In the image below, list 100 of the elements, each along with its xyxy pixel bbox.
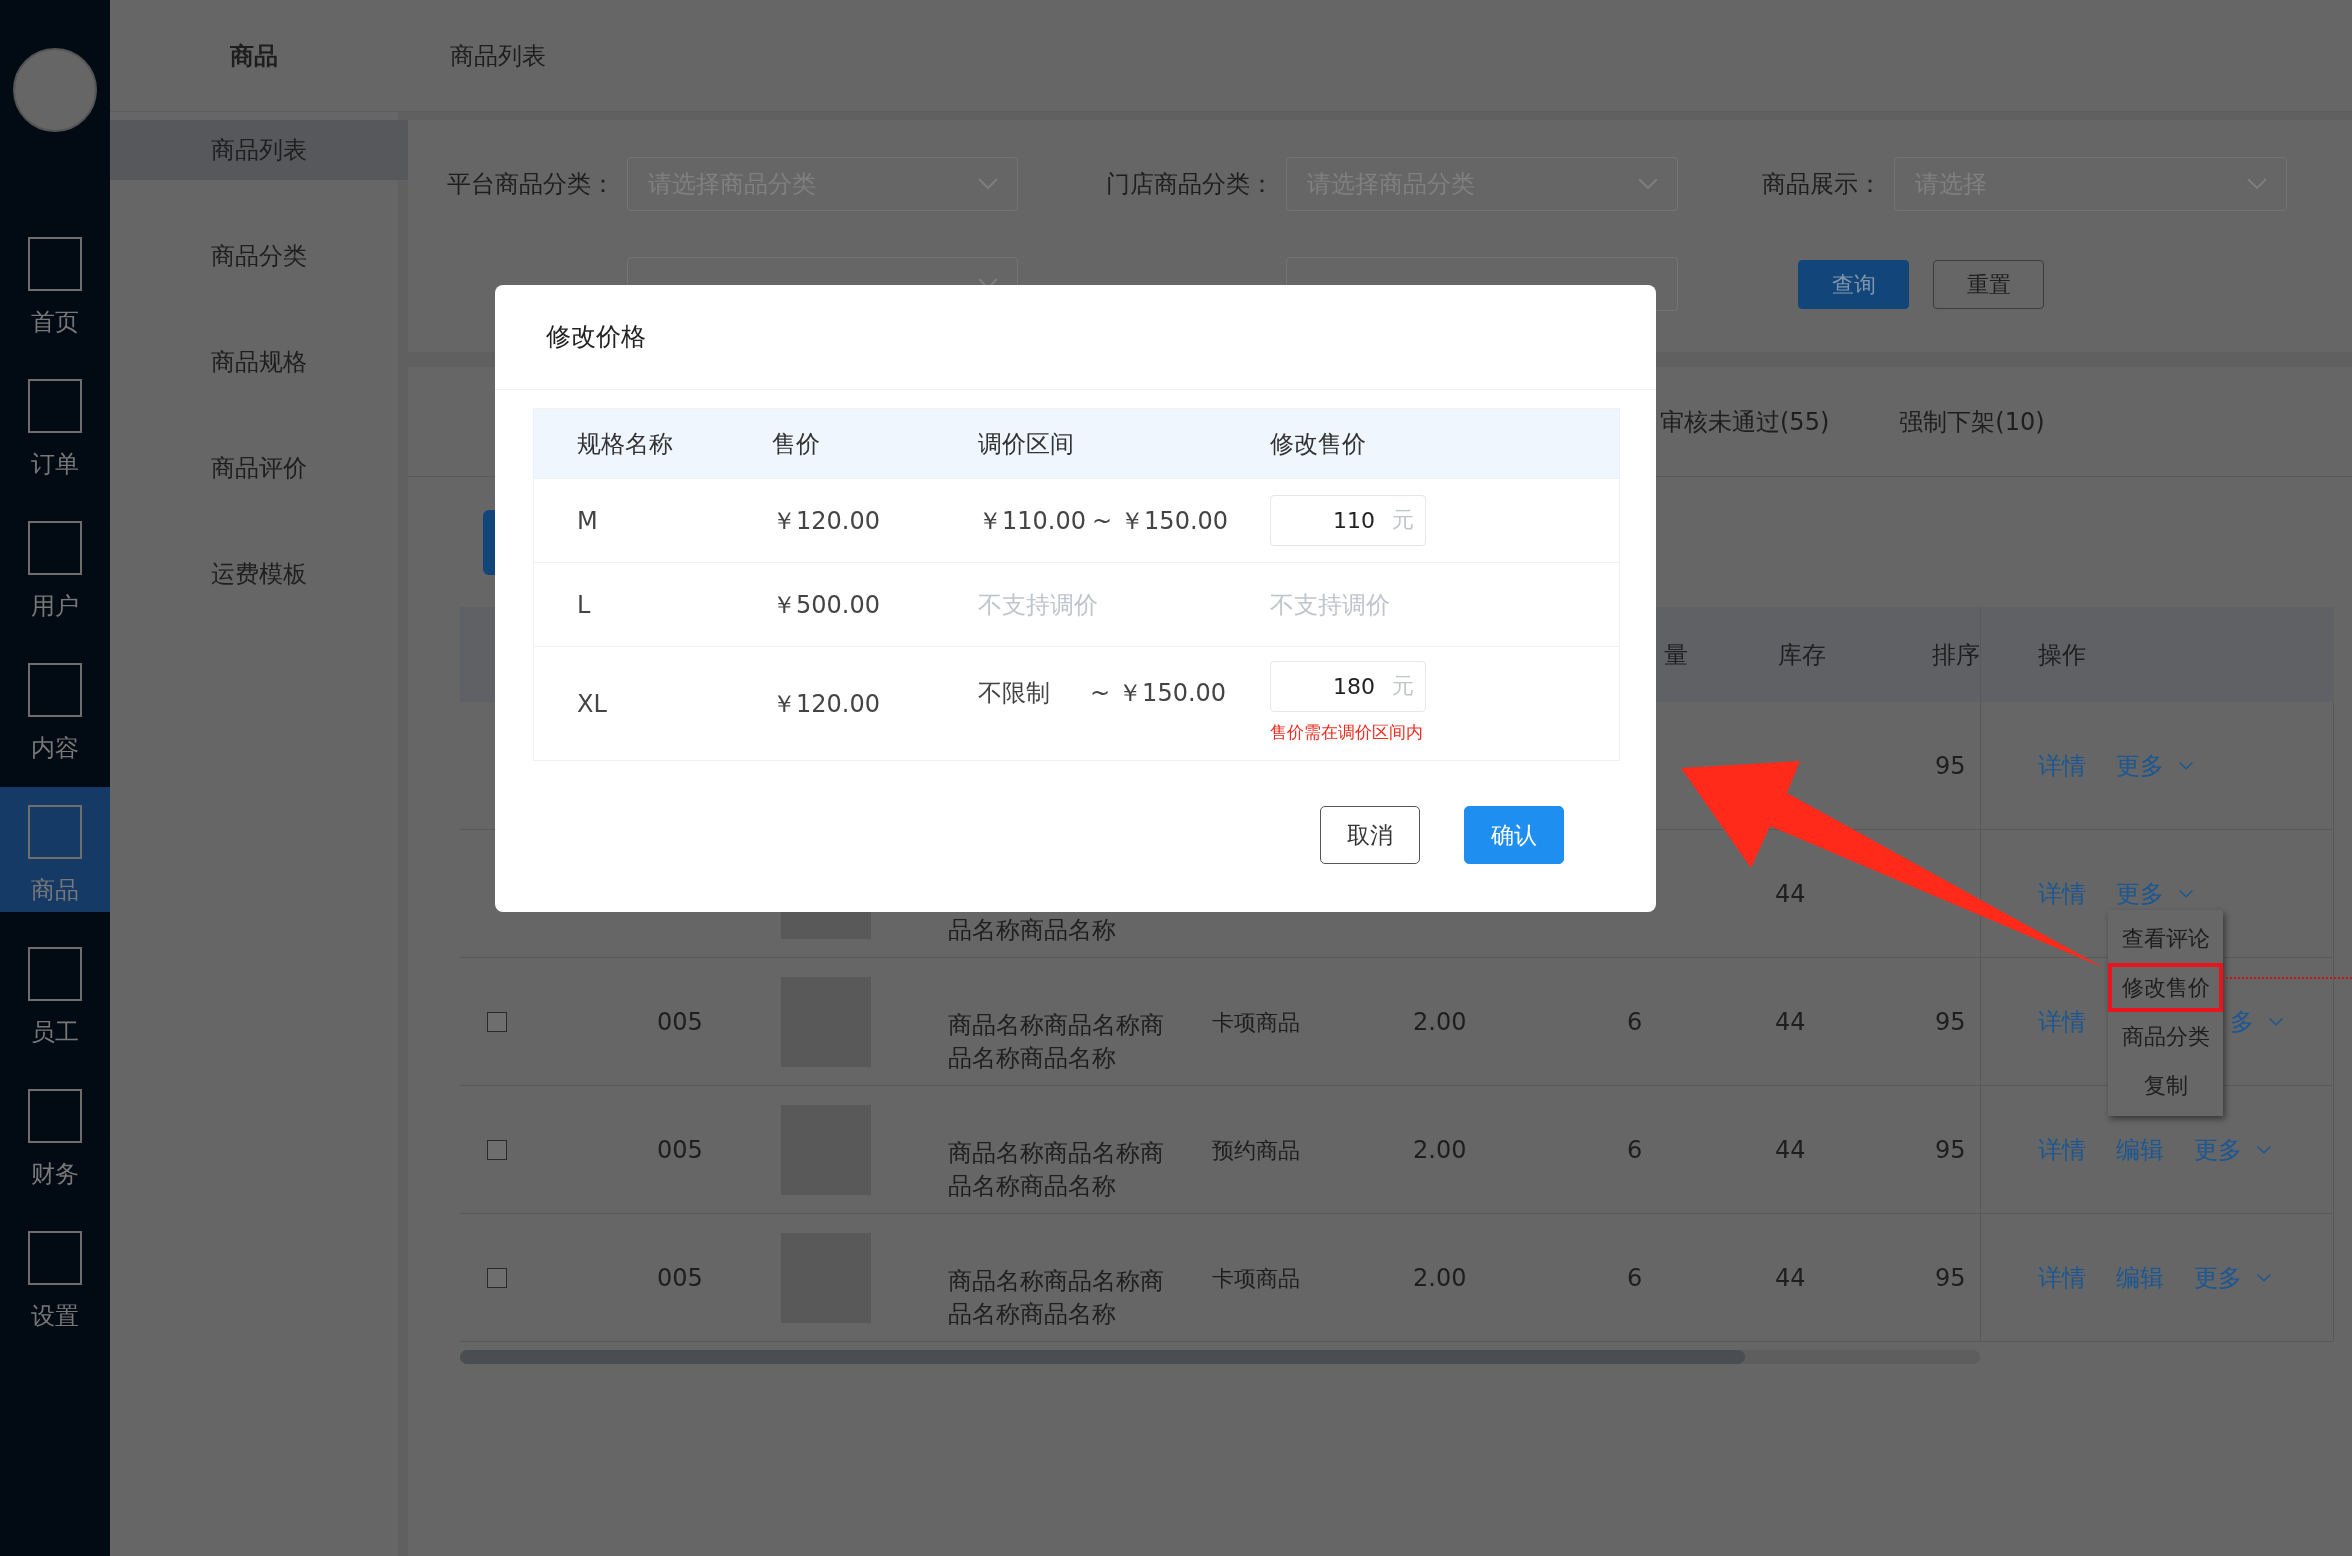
column-header: 修改售价	[1270, 428, 1367, 460]
price-cell: ￥120.00	[772, 506, 880, 535]
column-header: 调价区间	[978, 428, 1075, 460]
range-max: ￥150.00	[1118, 678, 1227, 709]
menu-item[interactable]: 修改售价	[2108, 963, 2223, 1012]
product-name: 商品名称商品名称商	[948, 1266, 1164, 1295]
price-cell: 2.00	[1413, 1007, 1467, 1036]
nav-item[interactable]: 用户	[0, 503, 110, 628]
product-name: 品名称商品名称	[948, 915, 1116, 944]
stock-cell: 44	[1775, 1263, 1806, 1292]
column-header: 排序	[1932, 640, 1980, 669]
nav-item[interactable]: 内容	[0, 645, 110, 770]
tab[interactable]: 审核未通过(55)	[1660, 403, 1830, 440]
scrollbar-thumb[interactable]	[460, 1350, 1745, 1364]
square-icon	[28, 521, 82, 575]
spec-cell: L	[577, 590, 591, 619]
square-icon	[28, 1089, 82, 1143]
filter-label: 商品展示：	[1762, 170, 1882, 198]
checkbox[interactable]	[487, 1267, 507, 1288]
unit-text: 元	[1392, 506, 1414, 534]
price-cell: ￥500.00	[772, 590, 880, 619]
scrollbar[interactable]	[460, 1350, 1980, 1364]
range-separator: ~	[1091, 505, 1114, 537]
nav-item[interactable]: 财务	[0, 1071, 110, 1196]
column-header: 库存	[1778, 640, 1826, 669]
nav-item[interactable]: 员工	[0, 929, 110, 1054]
unit-text: 元	[1392, 672, 1414, 701]
type-cell: 预约商品	[1212, 1137, 1300, 1163]
chevron-down-icon	[2178, 760, 2194, 771]
chevron-down-icon	[2246, 177, 2268, 191]
sales-cell: 6	[1627, 1263, 1643, 1292]
menu-item[interactable]: 商品分类	[2108, 1012, 2223, 1061]
checkbox[interactable]	[487, 1011, 507, 1032]
square-icon	[28, 237, 82, 291]
column-header: 量	[1664, 640, 1688, 669]
sidebar-item[interactable]: 商品列表	[110, 120, 408, 180]
product-name: 品名称商品名称	[948, 1171, 1116, 1200]
sort-cell: 95	[1935, 1007, 1966, 1036]
price-cell: 2.00	[1413, 1263, 1467, 1292]
nav-item[interactable]: 设置	[0, 1213, 110, 1338]
stock-cell: 44	[1775, 1135, 1806, 1164]
column-header: 售价	[772, 428, 821, 460]
checkbox[interactable]	[487, 1139, 507, 1160]
chevron-down-icon	[2268, 1016, 2284, 1027]
nav-item[interactable]: 订单	[0, 361, 110, 486]
square-icon	[28, 947, 82, 1001]
chevron-down-icon	[977, 177, 999, 191]
disabled-note: 不支持调价	[1270, 589, 1390, 621]
spec-cell: XL	[577, 689, 607, 718]
range-separator: ~	[1089, 678, 1112, 709]
product-name: 商品名称商品名称商	[948, 1138, 1164, 1167]
id-cell: 005	[657, 1263, 703, 1292]
range-max: ￥150.00	[1120, 505, 1229, 537]
reset-button[interactable]: 重置	[1933, 259, 2044, 309]
chevron-down-icon	[2256, 1272, 2272, 1283]
sort-cell: 95	[1935, 1135, 1966, 1164]
type-cell: 卡项商品	[1212, 1265, 1300, 1291]
sidebar-item[interactable]: 商品评价	[110, 438, 408, 498]
range-min: 不限制	[978, 678, 1051, 709]
stock-cell: 44	[1775, 1007, 1806, 1036]
product-name: 品名称商品名称	[948, 1299, 1116, 1328]
price-cell: ￥120.00	[772, 689, 880, 718]
disabled-note: 不支持调价	[978, 589, 1098, 621]
tab[interactable]: 强制下架(10)	[1899, 403, 2045, 440]
filter-label: 门店商品分类：	[1106, 170, 1274, 198]
confirm-button[interactable]: 确认	[1464, 806, 1564, 864]
stock-cell: 44	[1775, 879, 1806, 908]
filter-label: 平台商品分类：	[447, 170, 615, 198]
sort-cell: 95	[1935, 1263, 1966, 1292]
square-icon	[28, 663, 82, 717]
product-name: 商品名称商品名称商	[948, 1010, 1164, 1039]
nav-item[interactable]: 商品	[0, 787, 110, 912]
sidebar-item[interactable]: 运费模板	[110, 544, 408, 604]
column-header: 规格名称	[576, 428, 674, 460]
chevron-down-icon	[1637, 177, 1659, 191]
menu-item[interactable]: 复制	[2108, 1061, 2223, 1110]
nav-item[interactable]: 首页	[0, 219, 110, 344]
type-cell: 卡项商品	[1212, 1009, 1300, 1035]
spec-cell: M	[577, 506, 598, 535]
product-name: 品名称商品名称	[948, 1043, 1116, 1072]
dialog-title: 修改价格	[546, 321, 646, 354]
square-icon	[28, 805, 82, 859]
query-button[interactable]: 查询	[1798, 259, 1909, 309]
chevron-down-icon	[2178, 888, 2194, 899]
sales-cell: 6	[1627, 1135, 1643, 1164]
square-icon	[28, 379, 82, 433]
id-cell: 005	[657, 1135, 703, 1164]
id-cell: 005	[657, 1007, 703, 1036]
cancel-button[interactable]: 取消	[1320, 806, 1420, 864]
sidebar-title: 商品	[229, 40, 279, 72]
price-cell: 2.00	[1413, 1135, 1467, 1164]
sidebar-item[interactable]: 商品规格	[110, 332, 408, 392]
sales-cell: 6	[1627, 1007, 1643, 1036]
column-header: 操作	[2038, 639, 2086, 671]
chevron-down-icon	[2256, 1144, 2272, 1155]
sort-cell: 95	[1935, 751, 1966, 780]
breadcrumb-text: 商品列表	[450, 40, 546, 72]
sidebar-item[interactable]: 商品分类	[110, 226, 408, 286]
range-min: ￥110.00	[978, 505, 1086, 537]
menu-item[interactable]: 查看评论	[2108, 914, 2223, 963]
